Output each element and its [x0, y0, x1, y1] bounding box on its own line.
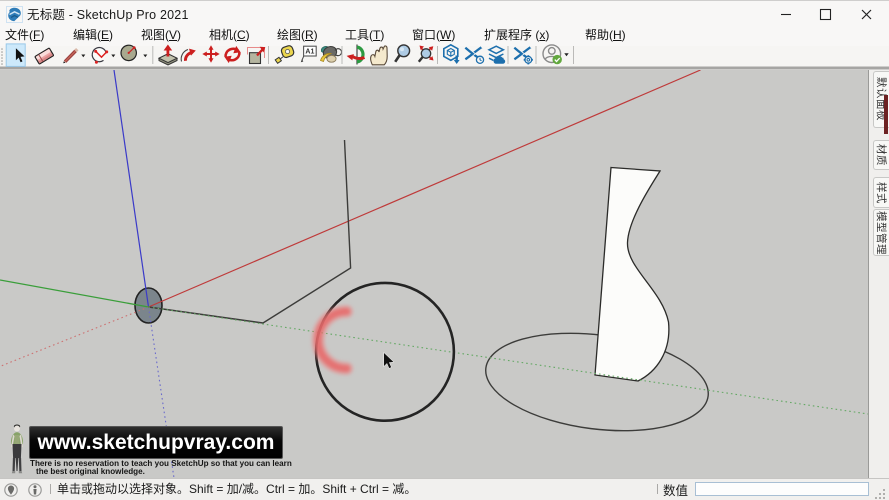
- svg-text:A1: A1: [305, 49, 314, 56]
